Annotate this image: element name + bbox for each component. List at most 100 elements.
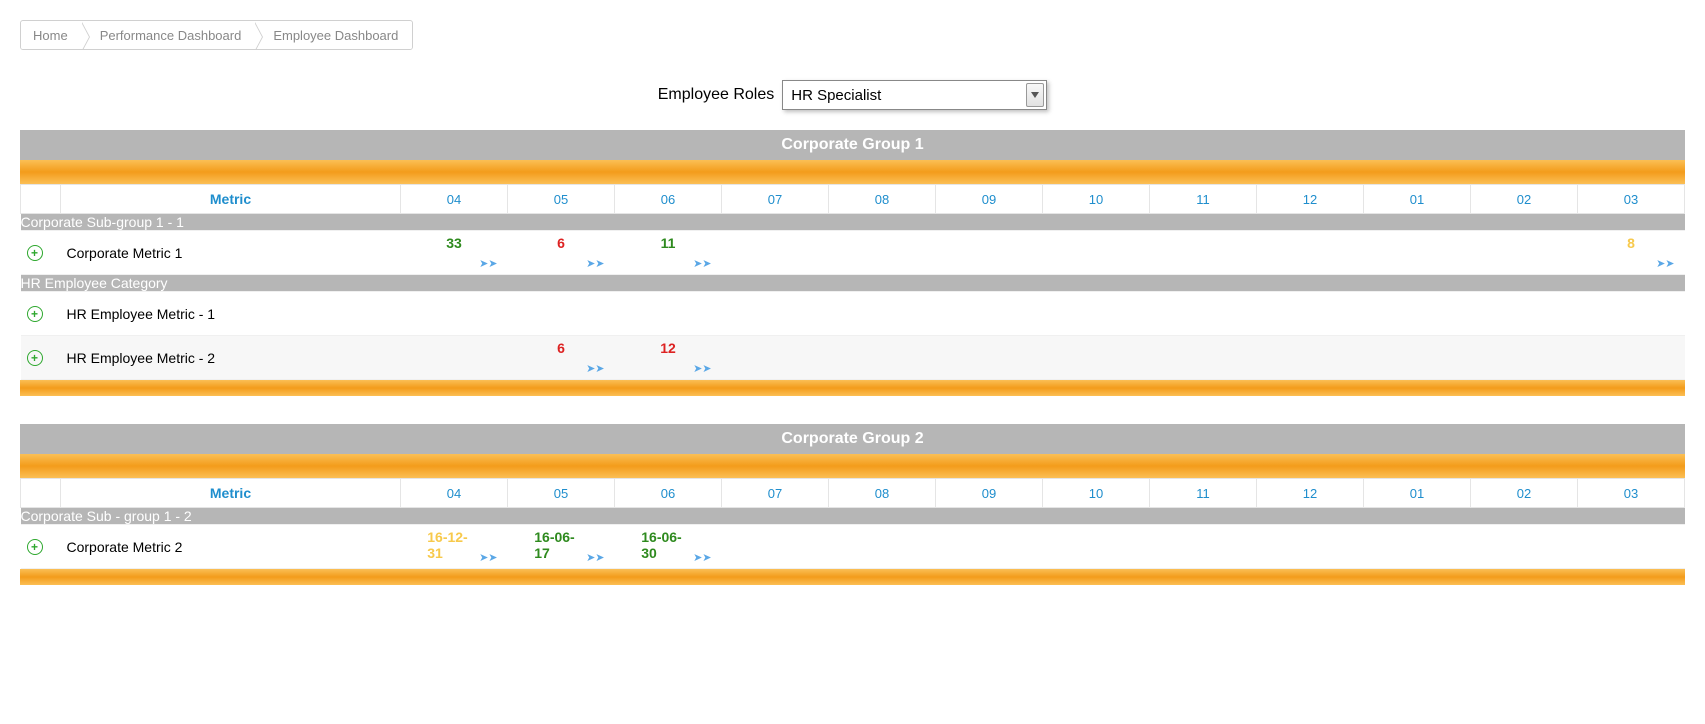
value-cell bbox=[1364, 525, 1471, 569]
month-header[interactable]: 01 bbox=[1364, 185, 1471, 214]
month-header[interactable]: 03 bbox=[1578, 479, 1685, 508]
month-header[interactable]: 06 bbox=[615, 479, 722, 508]
drilldown-icon[interactable]: ➤➤ bbox=[693, 257, 711, 270]
metric-name: HR Employee Metric - 2 bbox=[67, 350, 216, 366]
expand-icon[interactable]: + bbox=[27, 245, 43, 261]
value-cell bbox=[829, 336, 936, 380]
metric-name: HR Employee Metric - 1 bbox=[67, 306, 216, 322]
value-cell: 6 ➤➤ bbox=[508, 336, 615, 380]
value-cell bbox=[1471, 231, 1578, 275]
month-header[interactable]: 03 bbox=[1578, 185, 1685, 214]
month-header[interactable]: 10 bbox=[1043, 185, 1150, 214]
month-header[interactable]: 12 bbox=[1257, 479, 1364, 508]
value-cell bbox=[401, 336, 508, 380]
value-cell bbox=[1578, 292, 1685, 336]
value-cell bbox=[1150, 231, 1257, 275]
divider-bar bbox=[20, 380, 1685, 396]
drilldown-icon[interactable]: ➤➤ bbox=[693, 551, 711, 564]
expand-icon[interactable]: + bbox=[27, 539, 43, 555]
month-header[interactable]: 04 bbox=[401, 479, 508, 508]
drilldown-icon[interactable]: ➤➤ bbox=[586, 362, 604, 375]
value-cell bbox=[1364, 336, 1471, 380]
month-header[interactable]: 11 bbox=[1150, 185, 1257, 214]
subgroup-title: HR Employee Category bbox=[21, 275, 1685, 292]
value-cell bbox=[1364, 292, 1471, 336]
month-header[interactable]: 12 bbox=[1257, 185, 1364, 214]
subgroup-title: Corporate Sub - group 1 - 2 bbox=[21, 508, 1685, 525]
value-cell bbox=[1257, 525, 1364, 569]
month-header[interactable]: 07 bbox=[722, 479, 829, 508]
value-cell bbox=[615, 292, 722, 336]
month-header[interactable]: 05 bbox=[508, 185, 615, 214]
chevron-down-icon[interactable] bbox=[1026, 83, 1044, 107]
metric-value: 6 bbox=[557, 340, 565, 356]
metric-value: 11 bbox=[661, 235, 676, 251]
breadcrumb-employee[interactable]: Employee Dashboard bbox=[255, 22, 412, 49]
metric-name: Corporate Metric 1 bbox=[67, 245, 183, 261]
divider-bar bbox=[20, 569, 1685, 585]
metric-row: + HR Employee Metric - 1 bbox=[21, 292, 1685, 336]
month-header[interactable]: 06 bbox=[615, 185, 722, 214]
chevron-down-icon-svg bbox=[1031, 92, 1039, 98]
drilldown-icon[interactable]: ➤➤ bbox=[693, 362, 711, 375]
employee-role-select[interactable]: HR Specialist bbox=[782, 80, 1047, 110]
value-cell bbox=[1043, 231, 1150, 275]
value-cell bbox=[722, 336, 829, 380]
month-header[interactable]: 02 bbox=[1471, 479, 1578, 508]
month-header[interactable]: 01 bbox=[1364, 479, 1471, 508]
value-cell bbox=[936, 525, 1043, 569]
breadcrumb-home[interactable]: Home bbox=[21, 22, 82, 49]
metric-row: +Corporate Metric 216-12-31➤➤16-06-17➤➤1… bbox=[21, 525, 1685, 569]
drilldown-icon[interactable]: ➤➤ bbox=[479, 257, 497, 270]
value-cell bbox=[1043, 525, 1150, 569]
value-cell bbox=[1257, 292, 1364, 336]
breadcrumb-performance[interactable]: Performance Dashboard bbox=[82, 22, 256, 49]
value-cell: 8 ➤➤ bbox=[1578, 231, 1685, 275]
group-title: Corporate Group 1 bbox=[20, 130, 1685, 160]
value-cell bbox=[1578, 525, 1685, 569]
value-cell bbox=[508, 292, 615, 336]
role-select-value: HR Specialist bbox=[791, 87, 881, 104]
drilldown-icon[interactable]: ➤➤ bbox=[586, 551, 604, 564]
value-cell bbox=[1150, 336, 1257, 380]
value-cell bbox=[829, 292, 936, 336]
value-cell bbox=[1471, 292, 1578, 336]
metric-value: 16-12-31 bbox=[427, 529, 481, 561]
groups-container: Corporate Group 1Metric04050607080910111… bbox=[20, 130, 1685, 585]
metric-value: 16-06-30 bbox=[641, 529, 695, 561]
value-cell bbox=[1257, 336, 1364, 380]
expand-header bbox=[21, 479, 61, 508]
month-header[interactable]: 09 bbox=[936, 479, 1043, 508]
drilldown-icon[interactable]: ➤➤ bbox=[479, 551, 497, 564]
month-header[interactable]: 07 bbox=[722, 185, 829, 214]
value-cell bbox=[829, 231, 936, 275]
month-header[interactable]: 09 bbox=[936, 185, 1043, 214]
month-header[interactable]: 02 bbox=[1471, 185, 1578, 214]
breadcrumb: Home Performance Dashboard Employee Dash… bbox=[20, 20, 413, 50]
value-cell bbox=[1150, 292, 1257, 336]
metric-header: Metric bbox=[61, 479, 401, 508]
expand-icon[interactable]: + bbox=[27, 350, 43, 366]
metric-row: +Corporate Metric 133➤➤6➤➤11➤➤8➤➤ bbox=[21, 231, 1685, 275]
metric-value: 8 bbox=[1627, 235, 1635, 251]
value-cell bbox=[1043, 336, 1150, 380]
metric-value: 33 bbox=[446, 235, 462, 251]
month-header[interactable]: 04 bbox=[401, 185, 508, 214]
group-title: Corporate Group 2 bbox=[20, 424, 1685, 454]
metric-table: Metric040506070809101112010203Corporate … bbox=[20, 478, 1685, 569]
drilldown-icon[interactable]: ➤➤ bbox=[1656, 257, 1674, 270]
metric-name: Corporate Metric 2 bbox=[67, 539, 183, 555]
value-cell: 11 ➤➤ bbox=[615, 231, 722, 275]
month-header[interactable]: 10 bbox=[1043, 479, 1150, 508]
value-cell bbox=[1471, 336, 1578, 380]
value-cell bbox=[1043, 292, 1150, 336]
month-header[interactable]: 11 bbox=[1150, 479, 1257, 508]
metric-value: 12 bbox=[660, 340, 676, 356]
value-cell bbox=[829, 525, 936, 569]
value-cell bbox=[1578, 336, 1685, 380]
drilldown-icon[interactable]: ➤➤ bbox=[586, 257, 604, 270]
month-header[interactable]: 08 bbox=[829, 479, 936, 508]
month-header[interactable]: 05 bbox=[508, 479, 615, 508]
month-header[interactable]: 08 bbox=[829, 185, 936, 214]
expand-icon[interactable]: + bbox=[27, 306, 43, 322]
